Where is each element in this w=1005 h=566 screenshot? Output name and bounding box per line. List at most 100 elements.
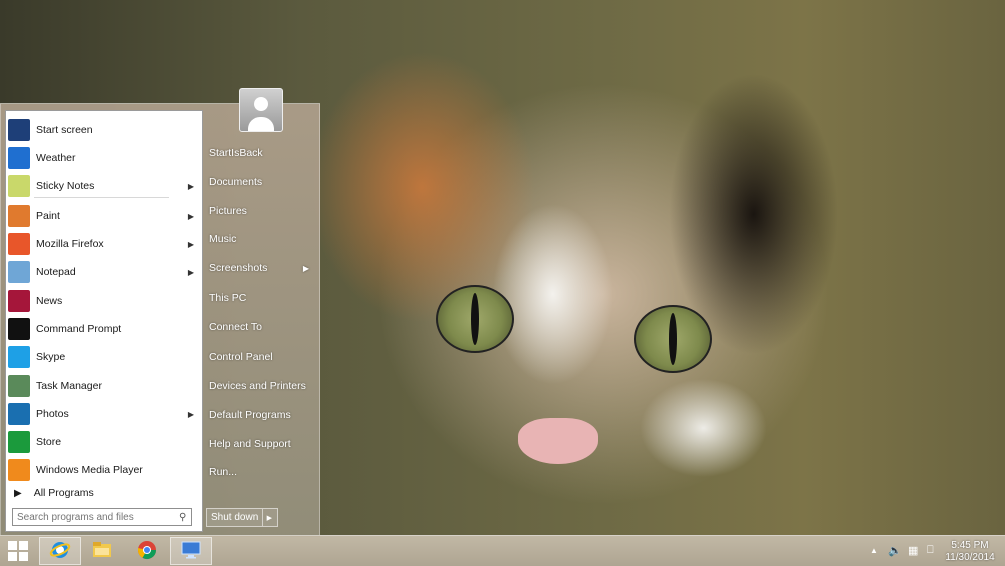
all-programs-button[interactable]: ▶ All Programs — [8, 482, 200, 504]
shutdown-button[interactable]: Shut down ▶ — [206, 508, 278, 527]
wallpaper-cat-right-eye — [634, 305, 712, 373]
volume-icon[interactable]: 🔈 — [888, 544, 902, 557]
chrome-icon — [136, 539, 158, 564]
program-item[interactable]: Store — [8, 429, 200, 455]
media-player-icon — [8, 459, 30, 481]
action-center-icon[interactable]: ⎕ — [927, 544, 934, 557]
program-item[interactable]: Paint ▶ — [8, 203, 200, 229]
program-item-label: Task Manager — [36, 380, 102, 392]
photos-icon — [8, 403, 30, 425]
places-item[interactable]: Devices and Printers — [209, 375, 313, 397]
firefox-icon — [8, 233, 30, 255]
places-item-label: Connect To — [209, 321, 262, 333]
program-item[interactable]: Command Prompt — [8, 316, 200, 342]
places-item[interactable]: Control Panel — [209, 346, 313, 368]
program-item-label: Start screen — [36, 124, 93, 136]
places-item[interactable]: StartIsBack — [209, 142, 313, 164]
internet-explorer-icon — [49, 539, 71, 564]
places-item-label: Default Programs — [209, 409, 291, 421]
submenu-arrow-icon: ▶ — [187, 211, 194, 221]
skype-icon — [8, 346, 30, 368]
search-input[interactable] — [13, 510, 179, 524]
start-button[interactable] — [0, 537, 36, 565]
program-item-label: Notepad — [36, 266, 76, 278]
submenu-arrow-icon: ▶ — [187, 267, 194, 277]
taskbar-pinned-button[interactable] — [81, 537, 123, 565]
places-item[interactable]: Documents — [209, 171, 313, 193]
places-item[interactable]: Screenshots ▶ — [209, 257, 313, 279]
taskbar-pinned-button[interactable] — [170, 537, 212, 565]
program-item-label: Command Prompt — [36, 323, 122, 335]
places-item[interactable]: Help and Support — [209, 433, 313, 455]
places-item-label: Run... — [209, 466, 238, 478]
places-item[interactable]: Pictures — [209, 200, 313, 222]
start-screen-icon — [8, 119, 30, 141]
places-item-label: Devices and Printers — [209, 380, 306, 392]
remote-desktop-icon — [180, 539, 202, 564]
places-item[interactable]: Run... — [209, 461, 313, 483]
places-item[interactable]: Default Programs — [209, 404, 313, 426]
places-item-label: StartIsBack — [209, 147, 263, 159]
program-item-label: Photos — [36, 408, 69, 420]
program-item-label: Store — [36, 436, 62, 448]
program-item-label: News — [36, 295, 63, 307]
program-item-label: Sticky Notes — [36, 180, 95, 192]
command-prompt-icon — [8, 318, 30, 340]
program-item[interactable]: Mozilla Firefox ▶ — [8, 231, 200, 257]
places-item[interactable]: Connect To — [209, 316, 313, 338]
search-icon[interactable]: ⚲ — [179, 512, 186, 523]
program-item[interactable]: Weather — [8, 145, 200, 171]
places-item-label: Pictures — [209, 205, 247, 217]
places-item-label: This PC — [209, 292, 247, 304]
program-item[interactable]: Notepad ▶ — [8, 259, 200, 285]
user-avatar-head — [254, 97, 268, 111]
clock-date: 11/30/2014 — [945, 552, 995, 563]
user-avatar[interactable] — [239, 88, 283, 132]
program-item[interactable]: Photos ▶ — [8, 401, 200, 427]
taskbar-clock[interactable]: 5:45 PM 11/30/2014 — [941, 540, 999, 564]
sticky-notes-icon — [8, 175, 30, 197]
program-item[interactable]: Task Manager — [8, 373, 200, 399]
places-pane: StartIsBack Documents Pictures Music Screens… — [203, 88, 317, 536]
store-icon — [8, 431, 30, 453]
places-item-label: Screenshots — [209, 262, 268, 274]
wallpaper-cat-nose — [518, 418, 598, 464]
windows-logo-icon — [8, 541, 28, 561]
program-item[interactable]: Skype — [8, 344, 200, 370]
user-avatar-body — [248, 117, 274, 131]
weather-icon — [8, 147, 30, 169]
places-item-label: Documents — [209, 176, 263, 188]
program-item[interactable]: News — [8, 288, 200, 314]
program-item-label: Mozilla Firefox — [36, 238, 104, 250]
taskbar-pinned-button[interactable] — [39, 537, 81, 565]
search-box[interactable]: ⚲ — [12, 508, 192, 526]
taskbar: ▲ 🔈 ▦ ⎕ 5:45 PM 11/30/2014 — [0, 535, 1005, 566]
places-item-label: Music — [209, 233, 237, 245]
submenu-arrow-icon: ▶ — [187, 409, 194, 419]
shutdown-label: Shut down — [211, 512, 259, 523]
shutdown-options-arrow-icon[interactable]: ▶ — [262, 509, 275, 526]
places-item-label: Control Panel — [209, 351, 273, 363]
submenu-arrow-icon: ▶ — [187, 181, 194, 191]
places-item[interactable]: This PC — [209, 287, 313, 309]
all-programs-label: All Programs — [33, 487, 94, 499]
places-item-label: Help and Support — [209, 438, 291, 450]
program-item[interactable]: Windows Media Player — [8, 457, 200, 483]
expand-arrow-icon: ▶ — [14, 487, 22, 499]
paint-icon — [8, 205, 30, 227]
submenu-arrow-icon: ▶ — [187, 239, 194, 249]
program-item[interactable]: Sticky Notes ▶ — [8, 173, 200, 199]
network-icon[interactable]: ▦ — [908, 544, 918, 557]
program-separator — [34, 197, 169, 198]
notepad-icon — [8, 261, 30, 283]
taskbar-pinned-button[interactable] — [126, 537, 168, 565]
show-hidden-icons-icon[interactable]: ▲ — [870, 546, 878, 555]
program-item-label: Paint — [36, 210, 60, 222]
wallpaper-cat-left-eye — [436, 285, 514, 353]
program-item-label: Weather — [36, 152, 76, 164]
file-explorer-icon — [91, 539, 113, 564]
news-icon — [8, 290, 30, 312]
program-item[interactable]: Start screen — [8, 117, 200, 143]
clock-time: 5:45 PM — [951, 540, 989, 551]
places-item[interactable]: Music — [209, 228, 313, 250]
